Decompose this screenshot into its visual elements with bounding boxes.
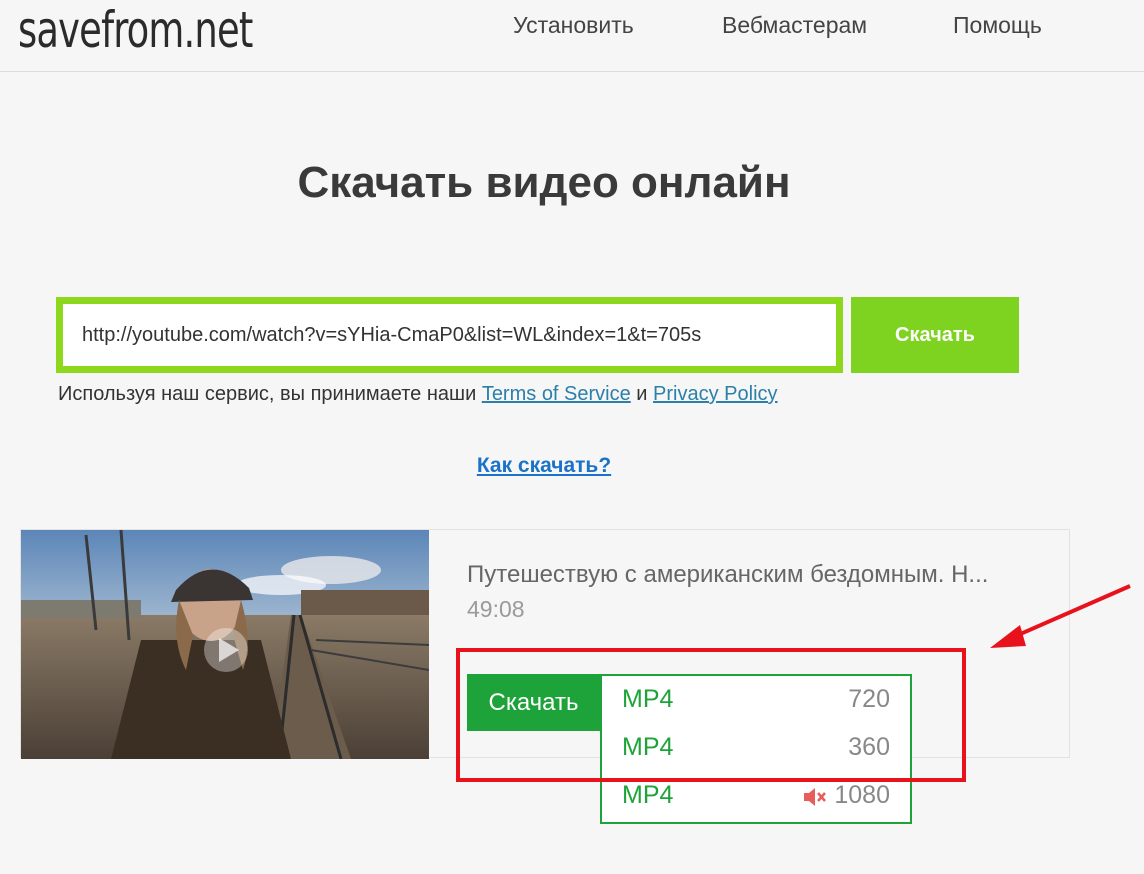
format-dropdown: MP4 720 MP4 360 MP4 1080	[600, 674, 912, 824]
format-label: MP4	[622, 685, 674, 713]
video-duration: 49:08	[467, 596, 525, 622]
format-option-360[interactable]: MP4 360	[602, 724, 910, 772]
terms-notice: Используя наш сервис, вы принимаете наши…	[58, 383, 778, 406]
video-title: Путешествую с американским бездомным. Н.…	[467, 561, 989, 588]
video-download-button[interactable]: Скачать	[467, 674, 600, 731]
format-label: MP4	[622, 781, 674, 809]
terms-of-service-link[interactable]: Terms of Service	[482, 383, 631, 405]
terms-prefix: Используя наш сервис, вы принимаете наши	[58, 383, 482, 405]
nav-webmasters[interactable]: Вебмастерам	[722, 12, 867, 39]
terms-and: и	[630, 383, 654, 405]
nav-install[interactable]: Установить	[513, 12, 634, 39]
muted-audio-icon	[804, 788, 826, 806]
url-input[interactable]	[63, 304, 836, 366]
privacy-policy-link[interactable]: Privacy Policy	[653, 383, 777, 405]
site-header: savefrom.net Установить Вебмастерам Помо…	[0, 0, 1144, 72]
how-to-download: Как скачать?	[0, 454, 1088, 478]
format-option-720[interactable]: MP4 720	[602, 676, 910, 724]
url-input-wrapper	[56, 297, 843, 373]
how-to-download-link[interactable]: Как скачать?	[477, 454, 611, 477]
quality-label: 1080	[834, 781, 890, 809]
site-logo[interactable]: savefrom.net	[18, 2, 253, 58]
format-label: MP4	[622, 733, 674, 761]
quality-label: 360	[848, 733, 890, 761]
page-title: Скачать видео онлайн	[297, 158, 791, 207]
search-download-button[interactable]: Скачать	[851, 297, 1019, 373]
nav-help[interactable]: Помощь	[953, 12, 1042, 39]
thumbnail-image	[21, 530, 429, 759]
video-thumbnail[interactable]	[21, 530, 429, 759]
format-option-1080[interactable]: MP4 1080	[602, 772, 910, 820]
quality-label: 720	[848, 685, 890, 713]
